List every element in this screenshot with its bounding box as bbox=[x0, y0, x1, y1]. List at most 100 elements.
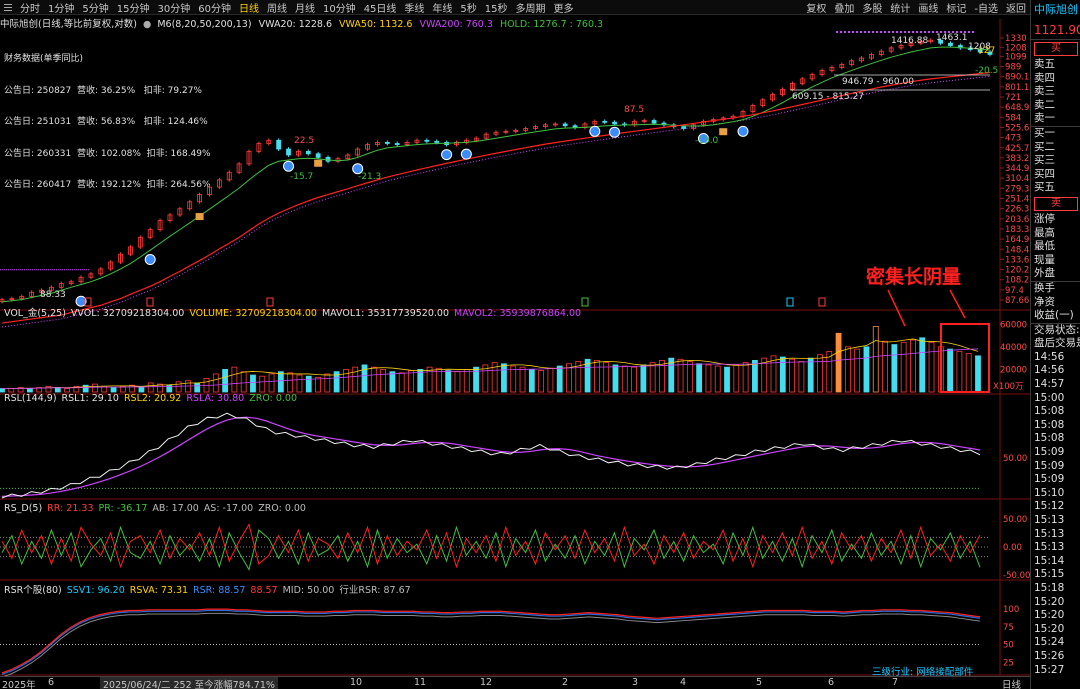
volume-bar bbox=[817, 354, 823, 393]
volume-bar bbox=[631, 366, 637, 393]
price-annotation: 22.5 bbox=[294, 136, 314, 146]
rsr-line bbox=[1, 609, 981, 675]
volume-bar bbox=[324, 373, 331, 393]
indicator-value: RSL2: 20.92 bbox=[124, 393, 181, 404]
volume-bar bbox=[26, 388, 33, 393]
tick-time: 15:20 bbox=[1034, 609, 1065, 622]
quote-panel: 中际旭创 1121.90 买 卖五 卖四 卖三 卖二 卖一 买一 买二 买三 买四 买五 卖 涨… bbox=[1030, 0, 1080, 689]
indicator-value: RSL1: 29.10 bbox=[62, 393, 119, 404]
y-tick-label: 183.3 bbox=[1005, 225, 1029, 235]
volume-bar bbox=[0, 388, 5, 393]
volume-bar bbox=[854, 348, 861, 393]
tick-time: 14:56 bbox=[1034, 364, 1065, 377]
y-tick-label: 50 bbox=[1003, 641, 1014, 651]
event-marker bbox=[314, 159, 323, 167]
volume-bar bbox=[686, 361, 693, 393]
indicator-value: SSV1: 96.20 bbox=[67, 585, 125, 596]
candle-body bbox=[394, 143, 400, 145]
indicator-value: RSVA: 73.31 bbox=[130, 585, 188, 596]
arrow-icon bbox=[949, 289, 966, 319]
arrow-icon bbox=[887, 289, 906, 327]
signal-marker bbox=[589, 125, 601, 137]
volume-bar bbox=[835, 332, 842, 393]
volume-bar bbox=[352, 366, 359, 393]
range-readout: 2025/06/24/二 252 至今涨幅784.71% bbox=[100, 677, 278, 689]
volume-bar bbox=[519, 366, 526, 393]
event-flag-icon bbox=[146, 297, 154, 307]
signal-marker bbox=[460, 148, 472, 160]
buy-level: 买三 bbox=[1034, 154, 1055, 167]
y-tick-label: 648.9 bbox=[1005, 103, 1029, 113]
chart-canvas[interactable]: 133012081099989890.1801.1721648.9584525.… bbox=[0, 0, 1030, 676]
y-tick-label: 0.00 bbox=[1003, 543, 1022, 553]
x-tick-label: 6 bbox=[828, 677, 835, 688]
volume-bar bbox=[807, 357, 814, 393]
volume-bar bbox=[863, 346, 870, 393]
volume-bar bbox=[305, 375, 312, 393]
rsla-line bbox=[1, 416, 981, 497]
buy-level: 买五 bbox=[1034, 181, 1055, 194]
indicator-value: RS_D(5) bbox=[4, 503, 42, 514]
indicator-value: AB: 17.00 bbox=[152, 503, 198, 514]
volume-bar bbox=[612, 364, 619, 393]
candle-body bbox=[424, 139, 430, 142]
volume-bar bbox=[445, 370, 452, 393]
candle-body bbox=[651, 120, 657, 124]
volume-bar bbox=[965, 353, 972, 393]
stat-label: 现量 bbox=[1034, 253, 1055, 266]
tick-time: 15:09 bbox=[1034, 473, 1065, 486]
stat-label: 净资 bbox=[1034, 295, 1055, 308]
volume-bar bbox=[370, 366, 377, 393]
y-tick-label: 383.2 bbox=[1005, 154, 1029, 164]
tick-time: 15:13 bbox=[1034, 514, 1065, 526]
sell-level: 卖二 bbox=[1034, 98, 1055, 111]
y-tick-label: 87.66 bbox=[1005, 296, 1029, 306]
candle-body bbox=[384, 142, 390, 144]
volume-bar bbox=[454, 371, 461, 393]
sell-level: 卖一 bbox=[1034, 112, 1055, 125]
stock-name[interactable]: 中际旭创 bbox=[1031, 0, 1080, 20]
volume-bar bbox=[696, 363, 703, 393]
tick-time: 15:24 bbox=[1034, 636, 1065, 649]
price-annotation: 127 bbox=[978, 46, 995, 56]
indicator-value: RR: 21.33 bbox=[47, 503, 93, 514]
trade-status: 盘后交易是 bbox=[1034, 337, 1080, 350]
price-annotation: 1463.1 bbox=[936, 33, 968, 43]
volume-bar bbox=[724, 366, 730, 393]
volume-bar bbox=[315, 376, 321, 393]
volume-bar bbox=[343, 369, 349, 393]
stat-label: 外盘 bbox=[1034, 267, 1055, 280]
volume-bar bbox=[910, 339, 916, 393]
x-tick-label: 4 bbox=[680, 677, 687, 688]
sell-button[interactable]: 卖 bbox=[1034, 196, 1078, 211]
volume-bar bbox=[426, 366, 433, 393]
stat-label: 涨停 bbox=[1034, 212, 1055, 225]
buy-button[interactable]: 买 bbox=[1034, 42, 1078, 56]
volume-bar bbox=[45, 385, 52, 393]
stat-label: 最高 bbox=[1034, 226, 1055, 239]
volume-bar bbox=[380, 369, 387, 393]
volume-bar bbox=[547, 367, 554, 393]
volume-bar bbox=[798, 361, 805, 393]
event-flag-icon bbox=[581, 297, 589, 307]
ma200-line bbox=[1, 75, 991, 328]
y-tick-label: 425.7 bbox=[1005, 144, 1029, 154]
tick-time: 15:12 bbox=[1034, 500, 1065, 513]
y-tick-label: 148.4 bbox=[1005, 245, 1029, 255]
indicator-value: RSL(144,9) bbox=[4, 393, 57, 404]
candle-body bbox=[315, 153, 321, 158]
last-price: 1121.90 bbox=[1031, 20, 1080, 40]
x-tick-label: 12 bbox=[480, 677, 493, 688]
volume-bar bbox=[714, 365, 721, 393]
indicator-value: MAVOL1: 35317739520.00 bbox=[322, 308, 449, 319]
volume-bar bbox=[975, 355, 981, 393]
y-tick-label: 344.9 bbox=[1005, 164, 1029, 174]
y-tick-label: 50.00 bbox=[1003, 454, 1027, 464]
price-annotation: 946.79 - 960.00 bbox=[842, 77, 914, 87]
y-tick-label: -50.00 bbox=[1003, 571, 1030, 581]
indicator-value: ZRO: 0.00 bbox=[249, 393, 297, 404]
volume-bar bbox=[501, 363, 507, 393]
y-tick-label: 100 bbox=[1003, 605, 1019, 615]
indicator-header: VOL_金(5,25) VVOL: 32709218304.00 VOLUME: 3… bbox=[4, 307, 581, 319]
volume-bar bbox=[538, 370, 545, 393]
